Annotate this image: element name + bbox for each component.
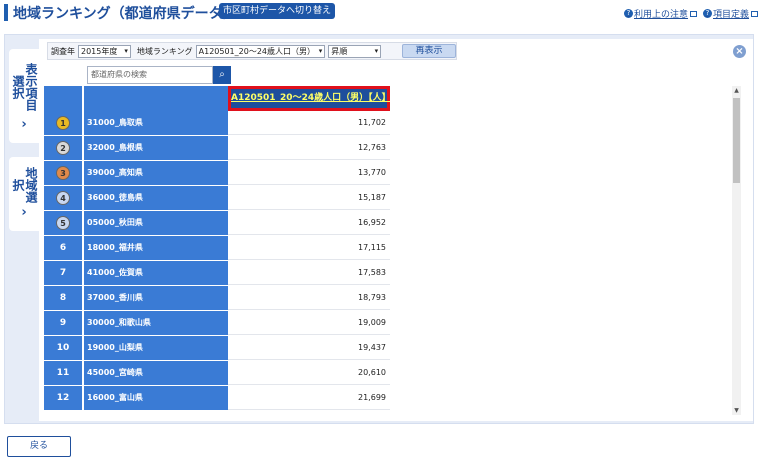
- page-title: 地域ランキング（都道府県データ）: [13, 6, 237, 22]
- value-cell: 17,115: [228, 236, 390, 260]
- value-cell: 11,702: [228, 111, 390, 135]
- value-cell: 17,583: [228, 261, 390, 285]
- content-area: × 調査年 2015年度 ▾ 地域ランキング A120501_20～24歳人口（…: [39, 39, 753, 421]
- vertical-scrollbar[interactable]: ▲ ▼: [732, 86, 741, 415]
- year-label: 調査年: [51, 46, 75, 56]
- tab-region-label: 地域選択: [11, 167, 38, 203]
- question-icon: ?: [703, 9, 712, 18]
- rank-cell: 9: [44, 311, 83, 335]
- region-name-cell: 36000_徳島県: [84, 186, 228, 210]
- rank-cell: 11: [44, 361, 83, 385]
- usage-notes-link[interactable]: ? 利用上の注意: [624, 7, 698, 20]
- table-row: 2 32000_島根県 12,763: [44, 136, 390, 160]
- blue-medal-icon: 4: [56, 191, 70, 205]
- prefecture-search-input[interactable]: 都道府県の検索: [87, 66, 213, 84]
- rank-cell: 7: [44, 261, 83, 285]
- value-cell: 20,610: [228, 361, 390, 385]
- external-window-icon: [751, 10, 758, 17]
- region-name-cell: 18000_福井県: [84, 236, 228, 260]
- region-name-cell: 30000_和歌山県: [84, 311, 228, 335]
- back-button[interactable]: 戻る: [7, 436, 71, 457]
- ranking-label: 地域ランキング: [136, 46, 193, 56]
- order-select[interactable]: 昇順 ▾: [328, 44, 382, 58]
- chevron-down-icon: ▾: [124, 46, 128, 55]
- rank-cell: 6: [44, 236, 83, 260]
- chevron-down-icon: ▾: [374, 46, 379, 55]
- value-cell: 15,187: [228, 186, 390, 210]
- item-definition-label: 項目定義: [713, 10, 750, 20]
- value-column-header-link[interactable]: A120501_20～24歳人口（男）【人】: [228, 86, 390, 111]
- value-cell: 19,009: [228, 311, 390, 335]
- table-row: 5 05000_秋田県 16,952: [44, 211, 390, 235]
- scroll-up-arrow-icon[interactable]: ▲: [732, 86, 741, 95]
- title-accent-bar: [4, 4, 8, 21]
- region-name-cell: 05000_秋田県: [84, 211, 228, 235]
- table-row: 1 31000_鳥取県 11,702: [44, 111, 390, 135]
- main-panel: 表示項目選択 › 地域選択 › × 調査年 2015年度 ▾ 地域ランキング A…: [4, 34, 754, 424]
- value-cell: 18,793: [228, 286, 390, 310]
- scrollbar-thumb[interactable]: [733, 98, 740, 183]
- value-cell: 13,770: [228, 161, 390, 185]
- table-row: 10 19000_山梨県 19,437: [44, 336, 390, 360]
- bronze-medal-icon: 3: [56, 166, 70, 180]
- silver-medal-icon: 2: [56, 141, 70, 155]
- search-button[interactable]: ⌕: [213, 66, 231, 84]
- gold-medal-icon: 1: [56, 116, 70, 130]
- region-name-cell: 45000_宮崎県: [84, 361, 228, 385]
- value-cell: 21,699: [228, 386, 390, 410]
- year-select[interactable]: 2015年度 ▾: [78, 44, 131, 58]
- rank-cell: 2: [44, 136, 83, 160]
- chevron-right-icon: ›: [21, 205, 27, 220]
- close-icon[interactable]: ×: [733, 45, 746, 58]
- region-name-cell: 37000_香川県: [84, 286, 228, 310]
- value-cell: 16,952: [228, 211, 390, 235]
- year-select-value: 2015年度: [81, 46, 118, 56]
- chevron-down-icon: ▾: [318, 46, 323, 55]
- ranking-table: A120501_20～24歳人口（男）【人】 1 31000_鳥取県 11,702 2…: [44, 86, 390, 417]
- question-icon: ?: [624, 9, 633, 18]
- scroll-down-arrow-icon[interactable]: ▼: [732, 406, 741, 415]
- table-row: 12 16000_富山県 21,699: [44, 386, 390, 410]
- ranking-item-value: A120501_20～24歳人口（男）: [198, 46, 315, 56]
- blue-medal-icon: 5: [56, 216, 70, 230]
- region-column-header: [84, 86, 228, 111]
- table-row: 6 18000_福井県 17,115: [44, 236, 390, 260]
- table-row: 7 41000_佐賀県 17,583: [44, 261, 390, 285]
- external-window-icon: [690, 10, 698, 17]
- table-row: 9 30000_和歌山県 19,009: [44, 311, 390, 335]
- search-icon: ⌕: [219, 69, 225, 80]
- table-row: 11 45000_宮崎県 20,610: [44, 361, 390, 385]
- switch-to-municipal-button[interactable]: 市区町村データへ切り替え: [219, 3, 336, 19]
- table-row: 4 36000_徳島県 15,187: [44, 186, 390, 210]
- value-cell: 19,437: [228, 336, 390, 360]
- region-name-cell: 16000_富山県: [84, 386, 228, 410]
- region-name-cell: 39000_高知県: [84, 161, 228, 185]
- rank-cell: 5: [44, 211, 83, 235]
- value-cell: 12,763: [228, 136, 390, 160]
- rank-cell: 1: [44, 111, 83, 135]
- rank-cell: 4: [44, 186, 83, 210]
- region-name-cell: 41000_佐賀県: [84, 261, 228, 285]
- rank-column-header: [44, 86, 83, 111]
- redisplay-button[interactable]: 再表示: [402, 44, 456, 58]
- ranking-item-select[interactable]: A120501_20～24歳人口（男） ▾: [195, 44, 326, 58]
- rank-cell: 12: [44, 386, 83, 410]
- order-select-value: 昇順: [331, 46, 348, 56]
- rank-cell: 3: [44, 161, 83, 185]
- table-row: 8 37000_香川県 18,793: [44, 286, 390, 310]
- filter-toolbar: 調査年 2015年度 ▾ 地域ランキング A120501_20～24歳人口（男）…: [47, 42, 457, 60]
- rank-cell: 8: [44, 286, 83, 310]
- tab-display-item-label: 表示項目選択: [11, 63, 38, 111]
- item-definition-link[interactable]: ? 項目定義: [703, 7, 758, 20]
- rank-cell: 10: [44, 336, 83, 360]
- usage-notes-label: 利用上の注意: [634, 10, 689, 20]
- tab-display-item-select[interactable]: 表示項目選択 ›: [9, 49, 39, 143]
- tab-region-select[interactable]: 地域選択 ›: [9, 157, 39, 231]
- region-name-cell: 32000_島根県: [84, 136, 228, 160]
- table-row: 3 39000_高知県 13,770: [44, 161, 390, 185]
- chevron-right-icon: ›: [21, 117, 27, 132]
- region-name-cell: 31000_鳥取県: [84, 111, 228, 135]
- region-name-cell: 19000_山梨県: [84, 336, 228, 360]
